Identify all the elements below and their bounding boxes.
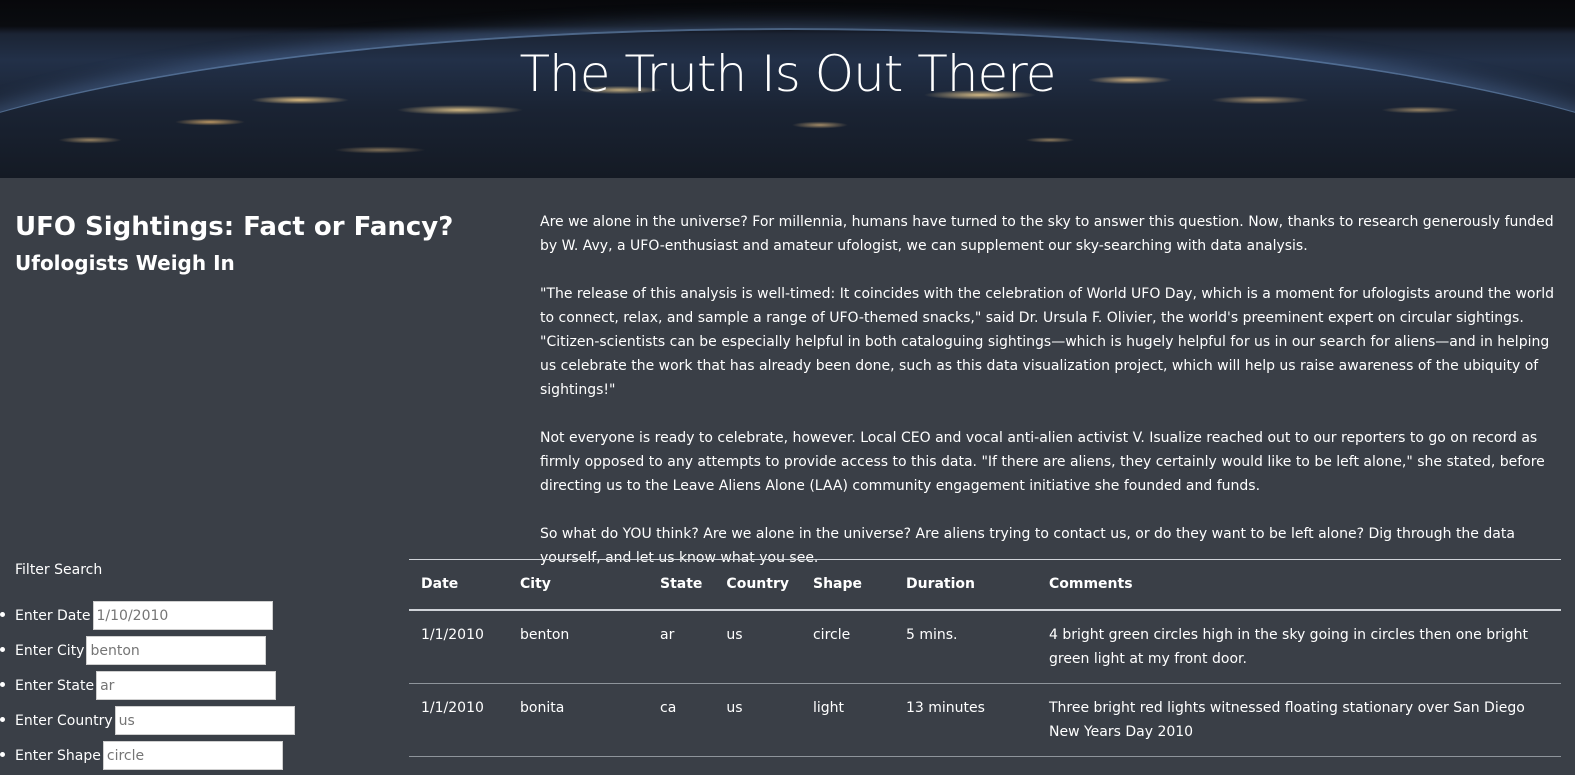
filter-item-country: Enter Country xyxy=(0,703,295,738)
state-label: Enter State xyxy=(15,677,95,694)
article-paragraph: Are we alone in the universe? For millen… xyxy=(540,214,1554,254)
column-header-state: State xyxy=(648,559,715,611)
cell-shape: circle xyxy=(800,609,894,684)
city-input[interactable] xyxy=(86,636,267,665)
table-row: 1/1/2010 benton ar us circle 5 mins. 4 b… xyxy=(409,609,1561,684)
filter-item-city: Enter City xyxy=(0,633,295,668)
city-label: Enter City xyxy=(15,642,85,659)
column-header-shape: Shape xyxy=(800,559,894,611)
filter-list: Enter Date Enter City Enter State Enter … xyxy=(0,598,295,773)
cell-date: 1/1/2010 xyxy=(409,609,508,684)
column-header-date: Date xyxy=(409,559,508,611)
page-subtitle: Ufologists Weigh In xyxy=(15,251,235,275)
cell-date: 1/1/2010 xyxy=(409,683,508,757)
shape-label: Enter Shape xyxy=(15,747,101,764)
date-label: Enter Date xyxy=(15,607,91,624)
cell-comments: 4 bright green circles high in the sky g… xyxy=(1036,609,1561,684)
shape-input[interactable] xyxy=(102,741,283,770)
cell-comments: Three bright red lights witnessed floati… xyxy=(1036,683,1561,757)
cell-state: ca xyxy=(648,683,715,757)
cell-country: us xyxy=(714,609,801,684)
cell-city: bonita xyxy=(508,683,648,757)
cell-state: ar xyxy=(648,609,715,684)
filter-item-shape: Enter Shape xyxy=(0,738,295,773)
filter-item-state: Enter State xyxy=(0,668,295,703)
filter-item-date: Enter Date xyxy=(0,598,295,633)
cell-city: benton xyxy=(508,609,648,684)
country-label: Enter Country xyxy=(15,712,113,729)
table-header-row: Date City State Country Shape Duration C… xyxy=(409,559,1561,611)
cell-shape: light xyxy=(800,683,894,757)
ufo-sightings-table: Date City State Country Shape Duration C… xyxy=(409,559,1561,757)
state-input[interactable] xyxy=(96,671,277,700)
table-row: 1/1/2010 bonita ca us light 13 minutes T… xyxy=(409,683,1561,757)
article-paragraph: Not everyone is ready to celebrate, howe… xyxy=(540,430,1545,494)
column-header-duration: Duration xyxy=(893,559,1037,611)
column-header-comments: Comments xyxy=(1036,559,1561,611)
article-body: Are we alone in the universe? For millen… xyxy=(540,210,1562,594)
hero-title: The Truth Is Out There xyxy=(519,45,1057,103)
ufo-table-container: Date City State Country Shape Duration C… xyxy=(409,559,1561,757)
country-input[interactable] xyxy=(114,706,295,735)
article-paragraph: "The release of this analysis is well-ti… xyxy=(540,286,1554,398)
page-title: UFO Sightings: Fact or Fancy? xyxy=(15,212,454,242)
hero-banner: The Truth Is Out There xyxy=(0,0,1575,178)
filter-search-title: Filter Search xyxy=(15,562,103,578)
date-input[interactable] xyxy=(92,601,273,630)
cell-duration: 13 minutes xyxy=(893,683,1037,757)
column-header-city: City xyxy=(508,559,648,611)
cell-country: us xyxy=(714,683,801,757)
cell-duration: 5 mins. xyxy=(893,609,1037,684)
column-header-country: Country xyxy=(714,559,801,611)
